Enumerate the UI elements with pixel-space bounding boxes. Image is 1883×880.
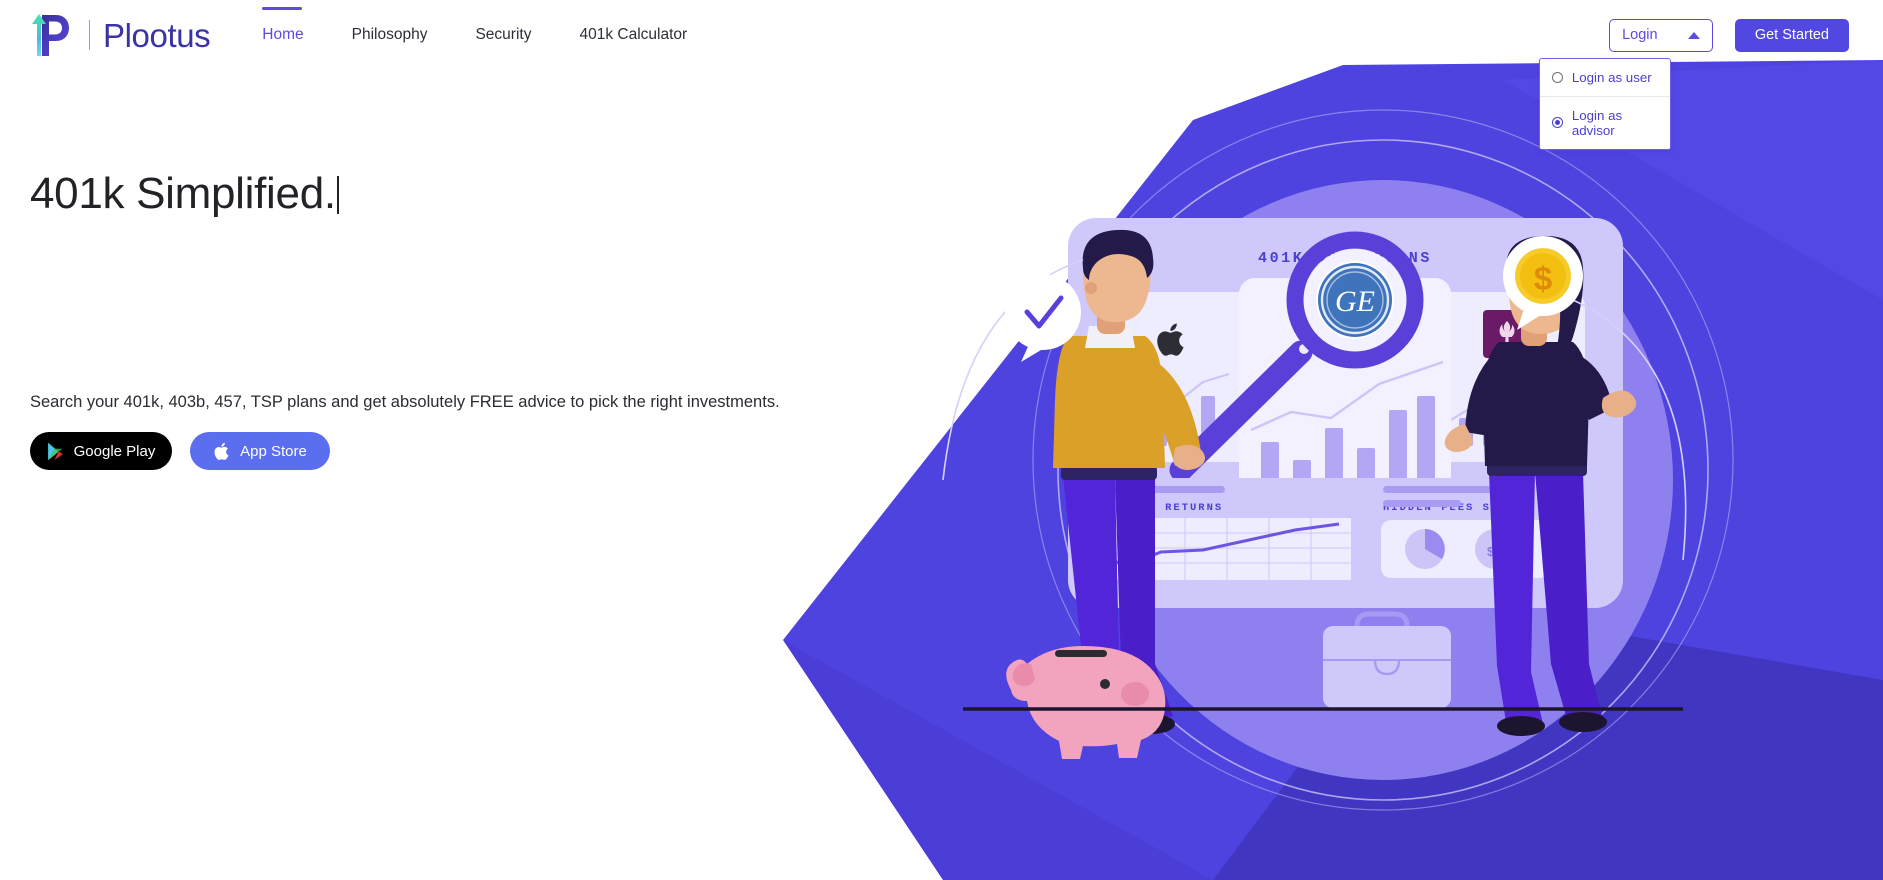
pie-chart-1 [1405,529,1445,569]
stats-strip: BETTER RETURNS HIDDEN FEES SAVED $ [1083,478,1608,596]
login-option-user[interactable]: Login as user [1539,58,1670,96]
nav-links: Home Philosophy Security 401k Calculator [238,7,711,54]
dollar-coin-speech-bubble: $ [1503,236,1687,561]
svg-text:$: $ [1534,260,1552,297]
app-store-buttons: Google Play App Store [30,432,330,470]
piggy-bank [1006,646,1166,759]
radio-advisor-icon[interactable] [1551,117,1563,128]
google-play-label: Google Play [73,442,156,460]
man-character [1053,229,1205,734]
hero-title-text: 401k Simplified. [30,169,336,218]
brand-divider [89,20,90,50]
apple-icon [214,442,229,460]
brand-card-apple [1105,292,1255,462]
nav-link-philosophy[interactable]: Philosophy [328,16,452,54]
get-started-button[interactable]: Get Started [1734,18,1849,52]
nyu-logo-text: NYU [1487,360,1531,383]
woman-character [1444,235,1637,736]
illustration-heading: 401K/403B PLANS [1258,250,1432,267]
login-button[interactable]: Login [1608,18,1713,52]
chevron-up-icon [1687,31,1700,39]
brand-card-nyu: NYU [1435,292,1585,462]
checkmark-speech-bubble [942,259,1084,481]
radio-user-icon[interactable] [1551,71,1563,83]
login-option-user-label: Login as user [1571,69,1652,85]
dashboard-panel: 401K/403B PLANS NYU GE BETTER RETURNS HI… [1068,218,1623,608]
google-play-button[interactable]: Google Play [30,432,172,470]
login-button-label: Login [1622,27,1658,43]
login-option-advisor[interactable]: Login as advisor [1539,95,1670,149]
google-play-icon [47,442,63,460]
nav-link-security[interactable]: Security [451,16,555,54]
app-store-button[interactable]: App Store [190,432,330,470]
login-dropdown-menu: Login as user Login as advisor [1538,57,1671,150]
text-caret-icon [336,176,339,214]
brand-card-ge [1239,278,1451,506]
svg-text:$: $ [1487,544,1495,559]
brand-logo[interactable]: Plootus [30,12,211,58]
panel-label-fees: HIDDEN FEES SAVED [1383,502,1524,514]
app-store-label: App Store [240,442,307,460]
page-root: 401K/403B PLANS NYU GE BETTER RETURNS HI… [0,0,1883,880]
brand-name: Plootus [103,16,211,54]
hero-section: 401k Simplified. Search your 401k, 403b,… [30,169,990,470]
nav-link-home[interactable]: Home [238,7,327,54]
hero-subtitle: Search your 401k, 403b, 457, TSP plans a… [30,393,780,411]
page-title: 401k Simplified. [30,169,990,218]
briefcase-icon [1323,611,1451,708]
top-navbar: Plootus Home Philosophy Security 401k Ca… [0,0,1883,150]
plootus-logo-icon [32,14,69,56]
nav-right-actions: Login Login as user Login as advisor Get… [1538,18,1849,150]
panel-label-returns: BETTER RETURNS [1107,502,1223,514]
magnifying-glass-icon: GE [1169,231,1424,482]
ge-logo-text: GE [1335,285,1375,318]
hero-illustration: 401K/403B PLANS NYU GE BETTER RETURNS HI… [783,0,1883,880]
nav-link-401k-calculator[interactable]: 401k Calculator [555,16,711,54]
login-option-advisor-label: Login as advisor [1571,107,1623,138]
login-dropdown-wrapper: Login Login as user Login as advisor [1538,18,1713,150]
pie-chart-2: $ [1475,529,1515,569]
